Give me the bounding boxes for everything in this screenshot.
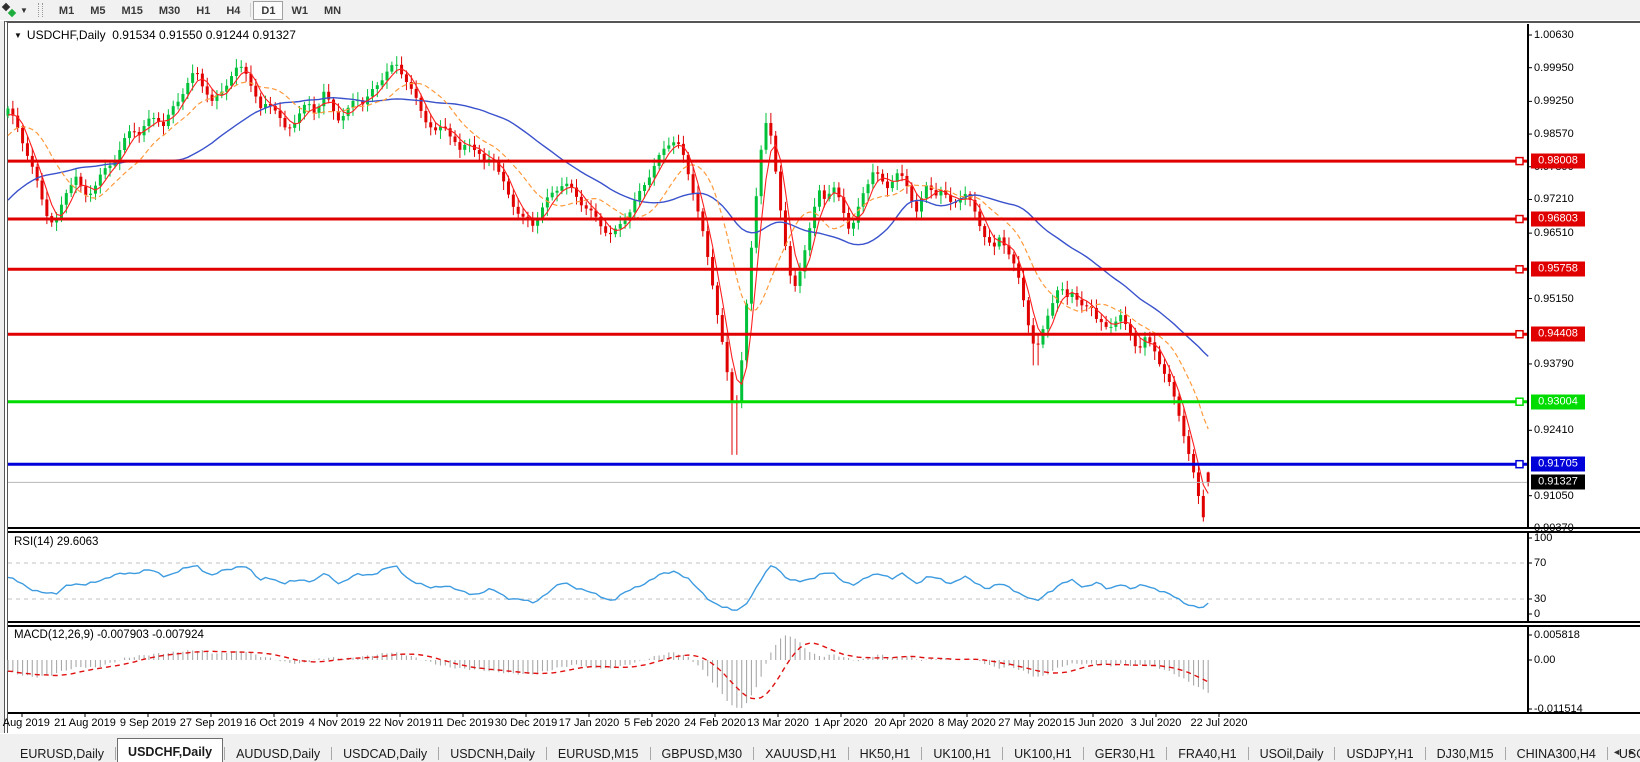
tab-separator [847, 747, 849, 760]
chart-plot-area[interactable] [8, 24, 1528, 527]
chart-tab-dj30-m15[interactable]: DJ30,M15 [1427, 742, 1504, 762]
date-tick-label: 30 Dec 2019 [494, 717, 558, 729]
price-tick-label: 0.99950 [1534, 61, 1574, 74]
level-price-label: 0.98008 [1531, 153, 1585, 169]
price-tick-label: 0.93790 [1534, 357, 1574, 370]
tab-separator [1082, 747, 1084, 760]
tab-scroll-left-icon[interactable]: ◄ [1612, 747, 1621, 757]
date-tick-label: 15 Jun 2020 [1062, 717, 1124, 729]
level-price-label: 0.94408 [1531, 326, 1585, 342]
price-tick-label: 0.97210 [1534, 193, 1574, 206]
date-tick-label: 8 May 2020 [938, 717, 996, 729]
price-tick-label: 0.96510 [1534, 227, 1574, 240]
date-tick-label: 1 Apr 2020 [814, 717, 868, 729]
tab-separator [224, 747, 226, 760]
tab-separator [438, 747, 440, 760]
chart-tab-hk50-h1[interactable]: HK50,H1 [850, 742, 921, 762]
level-price-label: 0.95758 [1531, 261, 1585, 277]
chart-tab-usoil-daily[interactable]: USOil,Daily [1250, 742, 1334, 762]
level-price-label: 0.91705 [1531, 456, 1585, 472]
chart-tab-china300-h4[interactable]: CHINA300,H4 [1507, 742, 1606, 762]
tab-separator [921, 747, 923, 760]
rsi-tick-label: 30 [1534, 593, 1547, 605]
date-tick-label: 13 Mar 2020 [747, 717, 809, 729]
date-tick-label: 5 Feb 2020 [624, 717, 680, 729]
chart-tab-eurusd-m15[interactable]: EURUSD,M15 [548, 742, 649, 762]
tab-separator [1247, 747, 1249, 760]
date-tick-label: 20 Apr 2020 [874, 717, 934, 729]
chart-tab-usdjpy-h1[interactable]: USDJPY,H1 [1336, 742, 1423, 762]
chart-tab-usdchf-daily[interactable]: USDCHF,Daily [117, 738, 224, 762]
chart-tab-gbpusd-m30[interactable]: GBPUSD,M30 [652, 742, 753, 762]
chart-tab-audusd-daily[interactable]: AUDUSD,Daily [226, 742, 330, 762]
level-price-label: 0.93004 [1531, 394, 1585, 410]
chart-tab-fra40-h1[interactable]: FRA40,H1 [1168, 742, 1246, 762]
chart-tab-eurusd-daily[interactable]: EURUSD,Daily [10, 742, 114, 762]
date-tick-label: 22 Jul 2020 [1190, 717, 1248, 729]
rsi-tick-label: 70 [1534, 557, 1547, 569]
price-tick-label: 1.00630 [1534, 29, 1574, 41]
chart-tab-usdcnh-daily[interactable]: USDCNH,Daily [440, 742, 545, 762]
chart-tab-bar: EURUSD,Daily USDCHF,Daily AUDUSD,Daily USDC… [0, 733, 1640, 762]
tab-separator [1002, 747, 1004, 760]
tab-separator [1504, 747, 1506, 760]
chart-tabs: EURUSD,Daily USDCHF,Daily AUDUSD,Daily USDC… [10, 737, 1640, 762]
date-tick-label: 27 Sep 2019 [179, 717, 243, 729]
chart-tab-uk100-h1[interactable]: UK100,H1 [1004, 742, 1082, 762]
current-price-label: 0.91327 [1531, 474, 1585, 490]
date-tick-label: 16 Oct 2019 [244, 717, 304, 729]
level-price-label: 0.96803 [1531, 211, 1585, 227]
time-axis-line [8, 712, 1640, 714]
rsi-label: RSI(14) 29.6063 [14, 536, 99, 548]
tab-separator [753, 747, 755, 760]
tab-separator [1166, 747, 1168, 760]
price-tick-label: 0.98570 [1534, 128, 1574, 141]
tab-separator [1424, 747, 1426, 760]
date-tick-label: 24 Feb 2020 [684, 717, 746, 729]
tab-separator [1606, 747, 1608, 760]
price-tick-label: 0.92410 [1534, 424, 1574, 437]
date-tick-label: 3 Jul 2020 [1130, 717, 1182, 729]
date-tick-label: 2 Aug 2019 [0, 717, 50, 729]
price-tick-label: 0.91050 [1534, 489, 1574, 502]
date-tick-label: 17 Jan 2020 [558, 717, 620, 729]
trading-platform-window: ▼ M1 M5 M15 M30 H1 H4 D1 W1 MN ▼ USDCHF,Daily 0.9… [0, 0, 1640, 762]
panel-divider-macd[interactable] [8, 621, 1640, 627]
date-tick-label: 21 Aug 2019 [54, 717, 116, 729]
tab-scroll-right-icon[interactable]: ► [1627, 747, 1636, 757]
tab-separator [545, 747, 547, 760]
date-tick-label: 11 Dec 2019 [432, 717, 494, 729]
date-tick-label: 4 Nov 2019 [308, 717, 366, 729]
date-tick-label: 22 Nov 2019 [368, 717, 432, 729]
macd-tick-label: 0.005818 [1534, 628, 1580, 641]
tab-scroll-controls: ◄ ► [1612, 747, 1636, 757]
chart-tab-ger30-h1[interactable]: GER30,H1 [1085, 742, 1165, 762]
macd-tick-label: -0.011514 [1534, 703, 1583, 715]
date-tick-label: 27 May 2020 [998, 717, 1062, 729]
rsi-tick-label: 0 [1534, 608, 1541, 620]
panel-divider-rsi[interactable] [8, 527, 1640, 533]
chart-tab-uk100-h1[interactable]: UK100,H1 [923, 742, 1001, 762]
tab-separator [331, 747, 333, 760]
chart-tab-xauusd-h1[interactable]: XAUUSD,H1 [755, 742, 847, 762]
macd-label: MACD(12,26,9) -0.007903 -0.007924 [14, 629, 204, 641]
chart-tab-usdcad-daily[interactable]: USDCAD,Daily [333, 742, 437, 762]
rsi-tick-label: 100 [1534, 532, 1553, 544]
price-tick-label: 0.95150 [1534, 292, 1574, 305]
tab-separator [649, 747, 651, 760]
tab-separator [1334, 747, 1336, 760]
date-tick-label: 9 Sep 2019 [119, 717, 177, 729]
price-tick-label: 0.99250 [1534, 95, 1574, 108]
macd-tick-label: 0.00 [1534, 654, 1556, 666]
tab-separator [115, 747, 117, 760]
